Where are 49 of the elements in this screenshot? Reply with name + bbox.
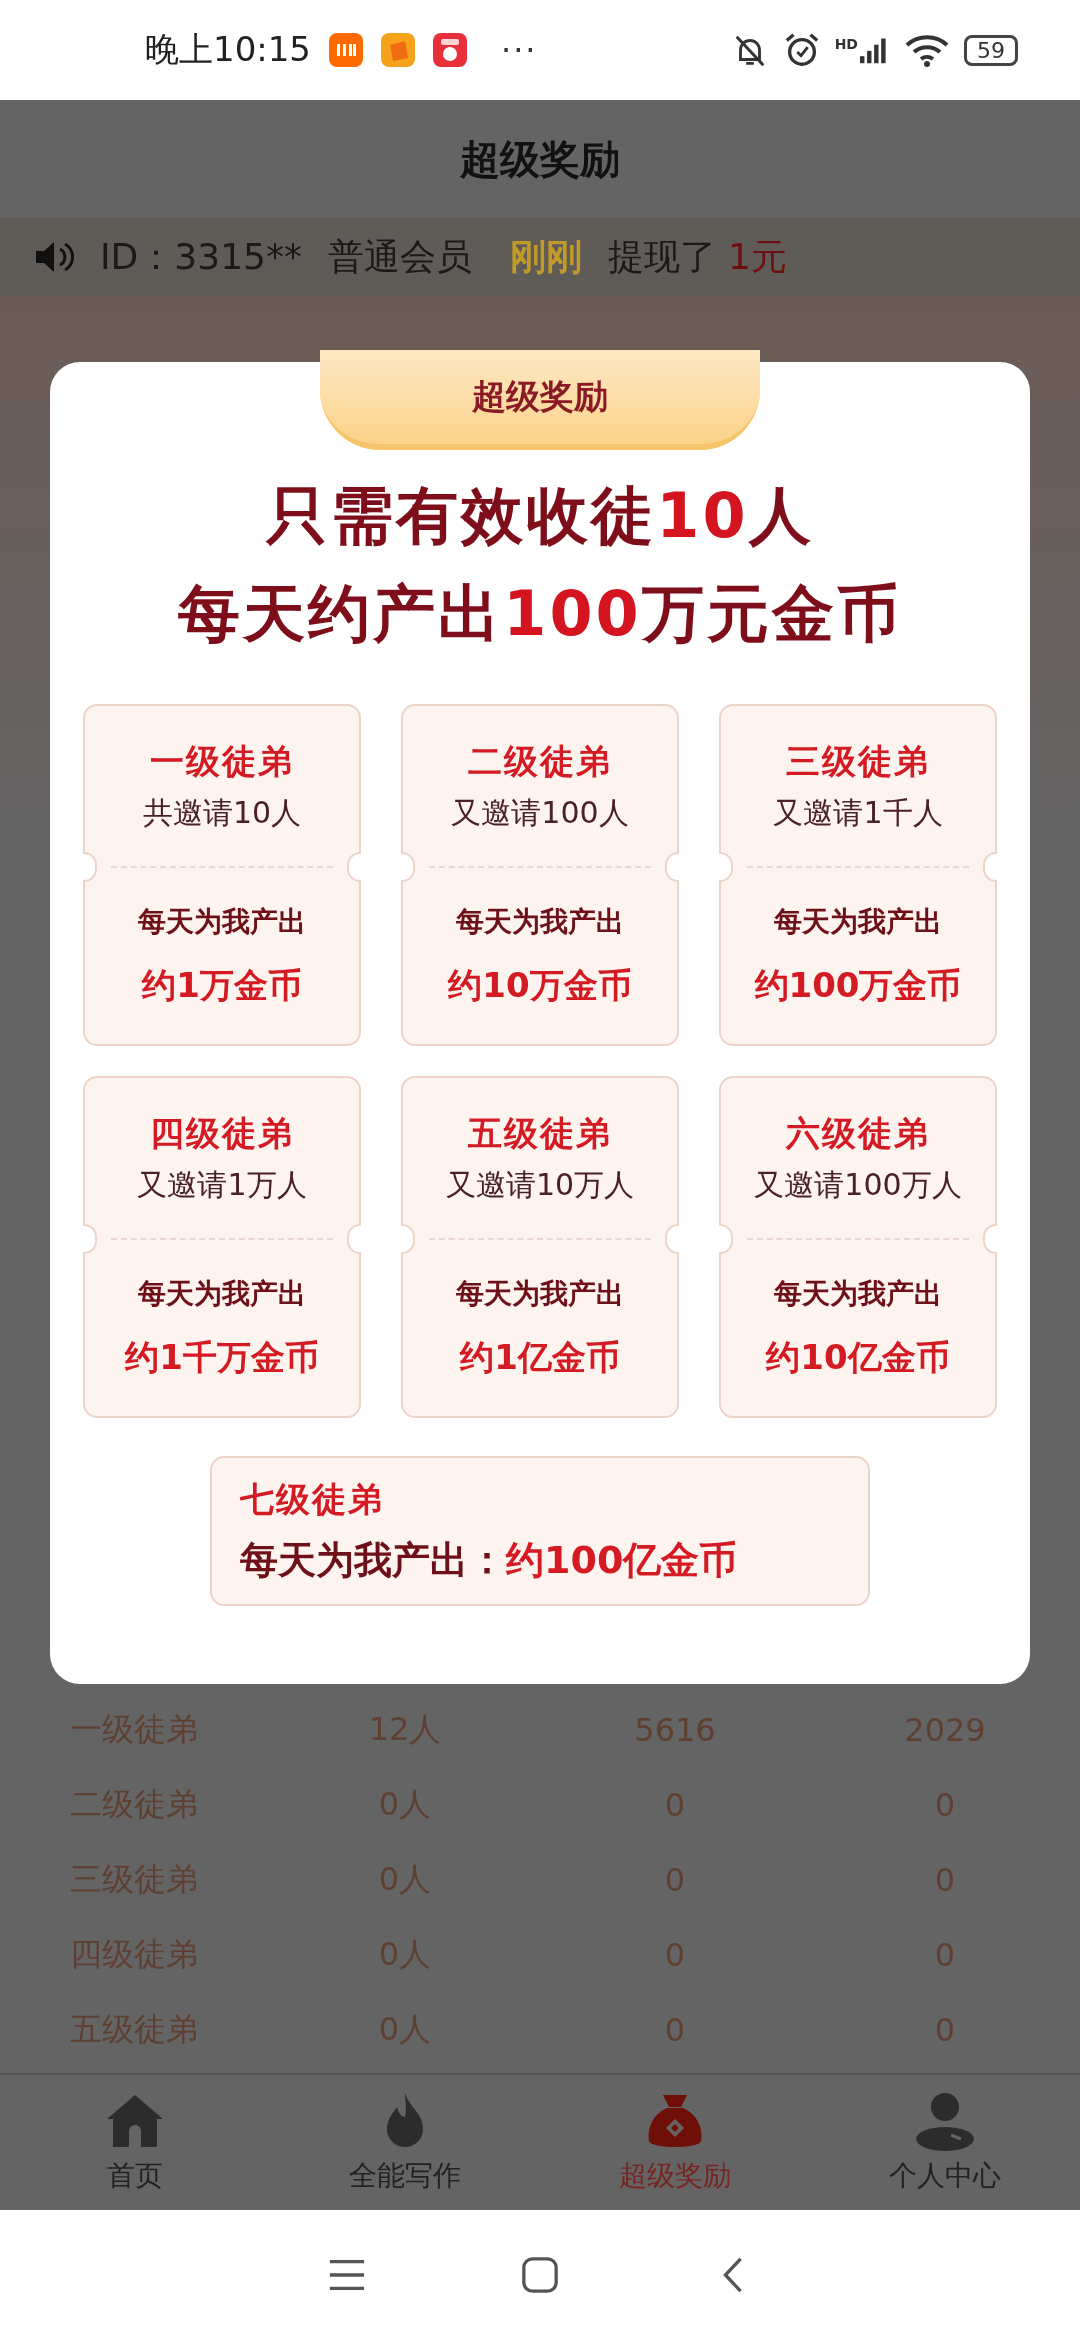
time-label: 刚刚 — [509, 234, 582, 279]
nav-tab[interactable]: 超级奖励 — [540, 2075, 810, 2210]
output-label: 每天为我产出 — [138, 904, 306, 940]
person-icon — [915, 2090, 975, 2151]
invite-count: 又邀请1千人 — [773, 793, 943, 832]
level-title: 七级徒弟 — [240, 1477, 384, 1521]
level-title: 一级徒弟 — [150, 739, 294, 783]
invite-count: 共邀请10人 — [142, 793, 302, 832]
output-amount: 约10万金币 — [448, 964, 632, 1007]
output-amount: 约100万金币 — [754, 964, 962, 1007]
output-amount: 约10亿金币 — [766, 1336, 950, 1379]
level-title: 四级徒弟 — [150, 1111, 294, 1155]
user-id: ID：3315** — [100, 234, 302, 279]
output-amount: 约100亿金币 — [506, 1536, 738, 1584]
output-label: 每天为我产出 — [456, 1276, 624, 1312]
output-amount: 约1万金币 — [142, 964, 302, 1007]
nav-tab[interactable]: 全能写作 — [270, 2075, 540, 2210]
nav-tab[interactable]: 个人中心 — [810, 2075, 1080, 2210]
hd-label: HD — [834, 36, 858, 52]
level-title: 五级徒弟 — [468, 1111, 612, 1155]
output-label: 每天为我产出 — [138, 1276, 306, 1312]
page-title: 超级奖励 — [460, 134, 620, 184]
mi-app-icon — [329, 33, 363, 67]
home-square-icon[interactable] — [521, 2256, 559, 2294]
invite-count: 又邀请1万人 — [137, 1165, 307, 1204]
battery-indicator: 59 — [964, 34, 1018, 66]
output-label: 每天为我产出 — [456, 904, 624, 940]
dialog-title: 超级奖励 — [472, 375, 608, 418]
shopping-bag-app-icon — [381, 33, 415, 67]
output-label: 每天为我产出： — [240, 1536, 506, 1584]
level-title: 三级徒弟 — [786, 739, 930, 783]
invite-count: 又邀请10万人 — [445, 1165, 635, 1204]
level-title: 六级徒弟 — [786, 1111, 930, 1155]
invite-count: 又邀请100万人 — [754, 1165, 962, 1204]
member-level: 普通会员 — [327, 234, 472, 279]
app-icon — [433, 33, 467, 67]
output-amount: 约1亿金币 — [460, 1336, 620, 1379]
headline: 只需有效收徒10人 — [266, 478, 814, 554]
output-amount: 约1千万金币 — [125, 1336, 319, 1379]
status-time: 晚上10:15 — [145, 28, 311, 71]
speaker-icon — [34, 239, 74, 275]
level-title: 二级徒弟 — [468, 739, 612, 783]
output-label: 每天为我产出 — [774, 904, 942, 940]
nav-tab[interactable]: 首页 — [0, 2075, 270, 2210]
action-text: 提现了 — [607, 234, 716, 279]
invite-count: 又邀请100人 — [451, 793, 629, 832]
more-notifications: ··· — [501, 31, 538, 69]
output-label: 每天为我产出 — [774, 1276, 942, 1312]
withdraw-amount: 1元 — [727, 234, 787, 279]
